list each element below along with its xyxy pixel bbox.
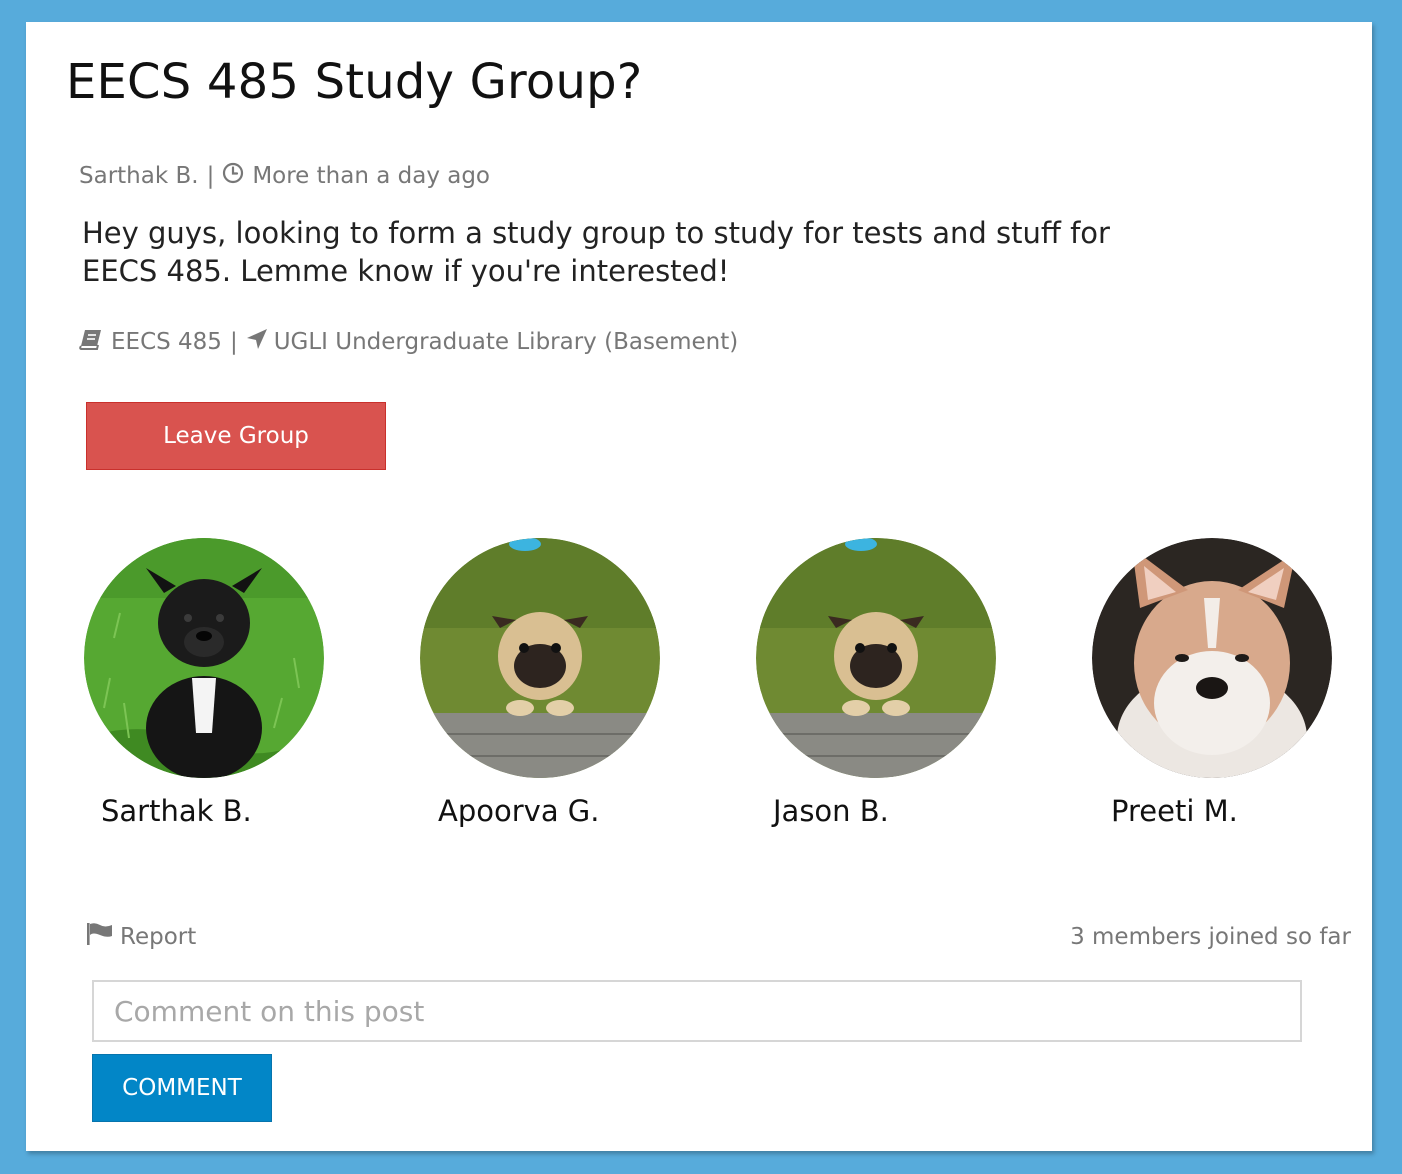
pug-avatar[interactable] xyxy=(420,538,660,778)
post-title: EECS 485 Study Group? xyxy=(66,54,643,110)
post-body: Hey guys, looking to form a study group … xyxy=(82,216,1110,288)
member-card[interactable]: Sarthak B. xyxy=(84,538,324,828)
meta-separator: | xyxy=(229,329,238,355)
location-arrow-icon xyxy=(246,328,268,356)
post-meta: Sarthak B. | More than a day ago xyxy=(79,162,490,190)
member-card[interactable]: Preeti M. xyxy=(1092,538,1332,828)
member-name[interactable]: Apoorva G. xyxy=(438,794,600,828)
member-name[interactable]: Jason B. xyxy=(773,794,889,828)
leave-group-button[interactable]: Leave Group xyxy=(86,402,386,470)
clock-icon xyxy=(222,162,244,190)
member-card[interactable]: Jason B. xyxy=(756,538,996,828)
comment-input[interactable] xyxy=(92,980,1302,1042)
course-name: EECS 485 xyxy=(111,329,222,355)
report-link[interactable]: Report xyxy=(86,922,196,952)
book-icon xyxy=(79,328,103,356)
report-label[interactable]: Report xyxy=(120,924,196,950)
pug-avatar[interactable] xyxy=(756,538,996,778)
post-time: More than a day ago xyxy=(252,163,491,189)
akita-puppy-avatar[interactable] xyxy=(1092,538,1332,778)
post-card: EECS 485 Study Group? Sarthak B. | More … xyxy=(26,22,1372,1151)
members-joined-count: 3 members joined so far xyxy=(1070,924,1351,950)
location-name: UGLI Undergraduate Library (Basement) xyxy=(273,329,739,355)
post-author: Sarthak B. xyxy=(79,163,199,189)
course-location-meta: EECS 485 | UGLI Undergraduate Library (B… xyxy=(79,328,738,356)
member-name[interactable]: Preeti M. xyxy=(1111,794,1238,828)
member-name[interactable]: Sarthak B. xyxy=(101,794,252,828)
black-puppy-avatar[interactable] xyxy=(84,538,324,778)
member-card[interactable]: Apoorva G. xyxy=(420,538,660,828)
comment-button[interactable]: COMMENT xyxy=(92,1054,272,1122)
flag-icon xyxy=(86,922,114,952)
meta-separator: | xyxy=(206,163,215,189)
